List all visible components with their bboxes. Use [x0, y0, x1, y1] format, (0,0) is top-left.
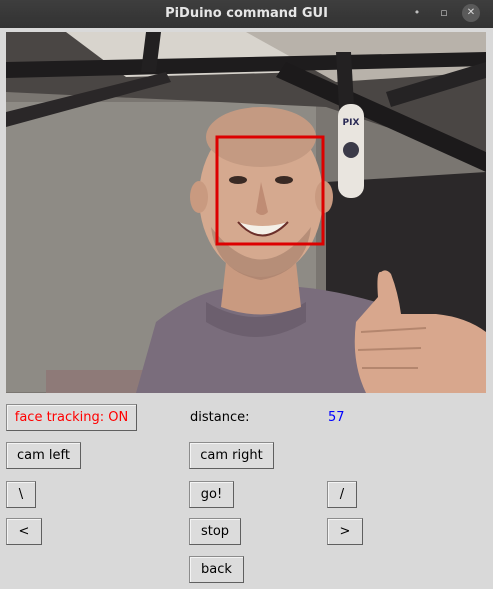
minimize-button[interactable]: • [408, 4, 426, 22]
maximize-button[interactable]: ▫ [435, 4, 453, 22]
title-bar: PiDuino command GUI • ▫ ✕ [0, 0, 493, 28]
stop-button[interactable]: stop [189, 518, 241, 545]
turn-left-button[interactable]: < [6, 518, 42, 545]
camera-image: PIX [6, 32, 486, 393]
distance-value: 57 [328, 410, 345, 425]
forward-left-button[interactable]: \ [6, 481, 36, 508]
face-tracking-toggle-button[interactable]: face tracking: ON [6, 404, 137, 431]
forward-right-button[interactable]: / [327, 481, 357, 508]
sign-text: PIX [343, 118, 360, 128]
distance-label: distance: [190, 410, 250, 425]
turn-right-button[interactable]: > [327, 518, 363, 545]
camera-feed: PIX [6, 32, 486, 393]
go-button[interactable]: go! [189, 481, 234, 508]
close-button[interactable]: ✕ [462, 4, 480, 22]
cam-right-button[interactable]: cam right [189, 442, 274, 469]
face-tracking-label: face tracking: ON [14, 409, 129, 425]
back-button[interactable]: back [189, 556, 244, 583]
cam-left-button[interactable]: cam left [6, 442, 81, 469]
